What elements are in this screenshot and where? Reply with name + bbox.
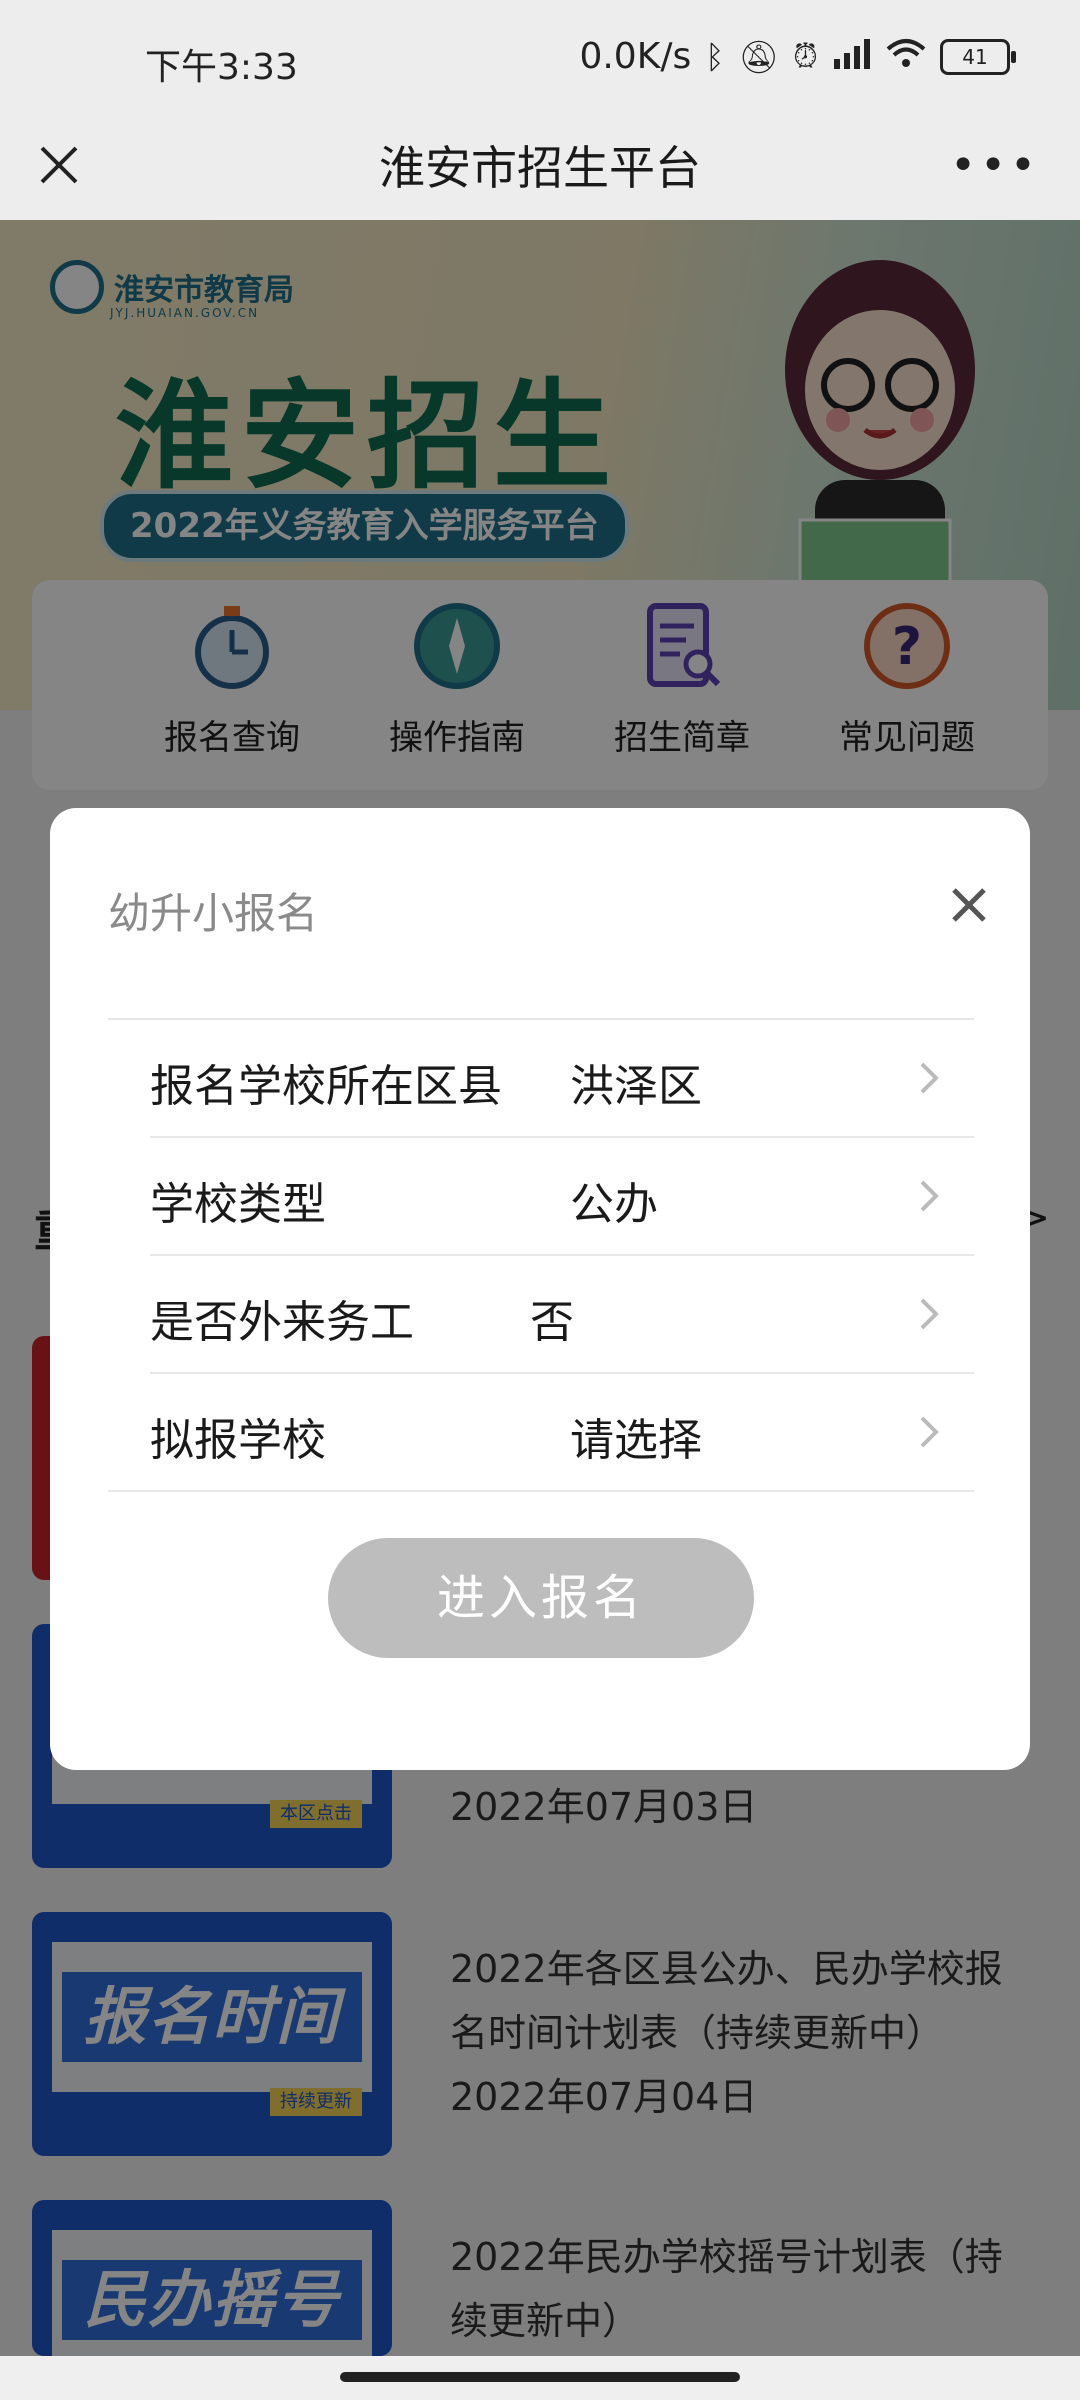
row-label: 报名学校所在区县 [150, 1061, 502, 1112]
row-label: 学校类型 [150, 1179, 326, 1230]
target-school-select-row[interactable]: 拟报学校 请选择 [108, 1374, 974, 1492]
status-bar: 下午3:33 0.0K/s ᛒ 🔕︎ ⏰︎ 41 [0, 0, 1080, 110]
close-icon[interactable] [946, 882, 992, 928]
status-icons: 0.0K/s ᛒ 🔕︎ ⏰︎ 41 [579, 36, 1016, 77]
nav-bar: 淮安市招生平台 ••• [0, 110, 1080, 220]
migrant-worker-select-row[interactable]: 是否外来务工 否 [150, 1256, 974, 1374]
chevron-right-icon [920, 1180, 939, 1212]
mute-icon: 🔕︎ [738, 37, 780, 76]
district-select-row[interactable]: 报名学校所在区县 洪泽区 [150, 1020, 974, 1138]
gesture-bar [0, 2356, 1080, 2400]
bluetooth-icon: ᛒ [705, 37, 725, 76]
chevron-right-icon [920, 1416, 939, 1448]
row-value: 请选择 [570, 1415, 702, 1466]
enter-signup-button[interactable]: 进入报名 [328, 1538, 754, 1658]
wifi-icon [886, 37, 926, 77]
row-label: 拟报学校 [150, 1415, 326, 1466]
dialog-title: 幼升小报名 [108, 889, 319, 938]
more-icon[interactable]: ••• [950, 140, 1040, 191]
chevron-right-icon [920, 1298, 939, 1330]
net-speed: 0.0K/s [579, 36, 692, 77]
page-title: 淮安市招生平台 [379, 141, 701, 195]
signup-dialog: 幼升小报名 报名学校所在区县 洪泽区 学校类型 公办 是否外来务工 否 拟报学校… [50, 808, 1030, 1770]
alarm-icon: ⏰︎ [793, 37, 818, 75]
row-value: 洪泽区 [570, 1061, 702, 1112]
status-time: 下午3:33 [145, 47, 298, 88]
row-value: 否 [530, 1297, 574, 1348]
row-value: 公办 [570, 1179, 658, 1230]
battery-icon: 41 [940, 38, 1016, 75]
chevron-right-icon [920, 1062, 939, 1094]
row-label: 是否外来务工 [150, 1297, 414, 1348]
battery-level: 41 [962, 44, 988, 69]
home-indicator[interactable] [340, 2372, 740, 2382]
signal-icon [832, 37, 872, 77]
school-type-select-row[interactable]: 学校类型 公办 [150, 1138, 974, 1256]
